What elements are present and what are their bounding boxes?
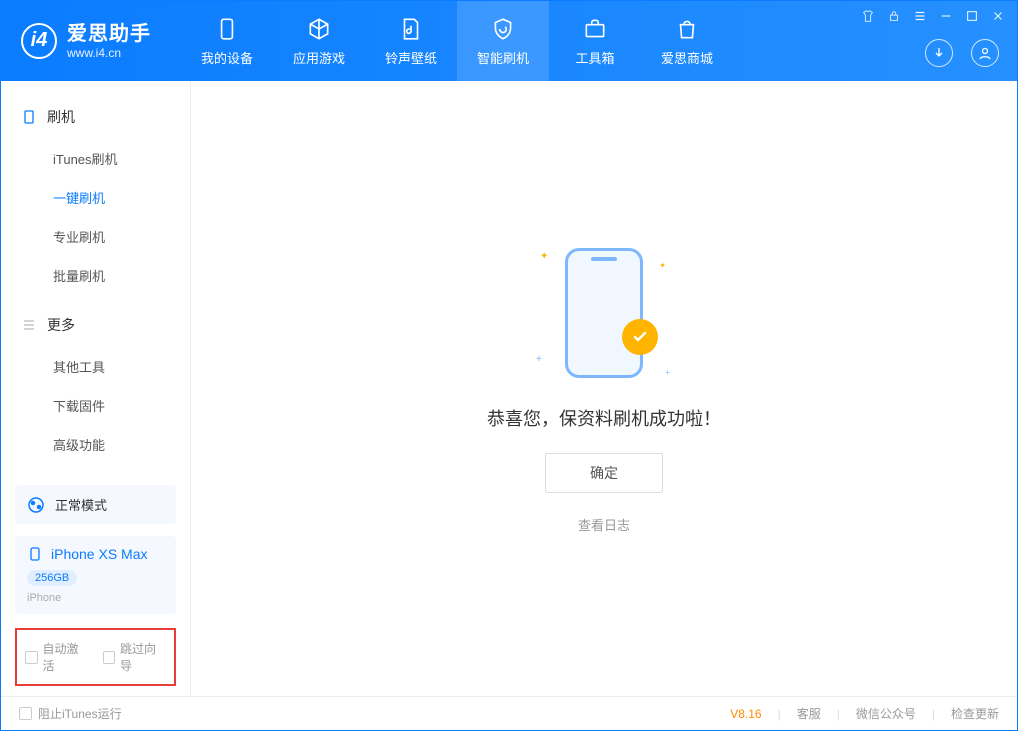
app-url: www.i4.cn (67, 46, 151, 60)
success-illustration: ✦ ✦ + + (534, 243, 674, 383)
tab-store[interactable]: 爱思商城 (641, 1, 733, 81)
phone-small-icon (27, 546, 43, 562)
download-button[interactable] (925, 39, 953, 67)
window-controls (861, 9, 1005, 23)
tab-toolbox[interactable]: 工具箱 (549, 1, 641, 81)
sparkle-icon: ✦ (540, 251, 548, 262)
footer-right: V8.16 | 客服 | 微信公众号 | 检查更新 (730, 705, 999, 722)
sidebar-item-batch-flash[interactable]: 批量刷机 (1, 256, 190, 295)
logo-icon: i4 (21, 23, 57, 59)
sparkle-icon: ✦ (659, 261, 666, 270)
checkbox-icon (25, 651, 38, 664)
user-button[interactable] (971, 39, 999, 67)
wechat-link[interactable]: 微信公众号 (856, 705, 916, 722)
section-label: 更多 (47, 315, 75, 335)
footer: 阻止iTunes运行 V8.16 | 客服 | 微信公众号 | 检查更新 (1, 696, 1017, 730)
device-type: iPhone (27, 592, 61, 604)
version-label: V8.16 (730, 707, 761, 721)
check-auto-activate[interactable]: 自动激活 (25, 640, 89, 674)
tshirt-icon[interactable] (861, 9, 875, 23)
mode-block[interactable]: 正常模式 (15, 485, 176, 524)
checkbox-icon (19, 707, 32, 720)
sidebar-item-download-firmware[interactable]: 下载固件 (1, 386, 190, 425)
section-label: 刷机 (47, 107, 75, 127)
maximize-icon[interactable] (965, 9, 979, 23)
cube-icon (306, 16, 332, 42)
header: i4 爱思助手 www.i4.cn 我的设备 应用游戏 铃声壁纸 智能刷机 (1, 1, 1017, 81)
app-window: i4 爱思助手 www.i4.cn 我的设备 应用游戏 铃声壁纸 智能刷机 (0, 0, 1018, 731)
list-icon (21, 317, 37, 333)
tab-smart-flash[interactable]: 智能刷机 (457, 1, 549, 81)
check-label: 跳过向导 (120, 640, 166, 674)
sidebar-item-one-click-flash[interactable]: 一键刷机 (1, 178, 190, 217)
divider: | (837, 707, 840, 721)
ok-button[interactable]: 确定 (545, 453, 663, 493)
briefcase-icon (582, 16, 608, 42)
app-title: 爱思助手 (67, 22, 151, 46)
sparkle-icon: + (665, 368, 670, 377)
music-file-icon (398, 16, 424, 42)
success-message: 恭喜您，保资料刷机成功啦！ (487, 405, 721, 431)
checkmark-icon (630, 327, 650, 347)
divider: | (932, 707, 935, 721)
tab-apps-games[interactable]: 应用游戏 (273, 1, 365, 81)
divider: | (778, 707, 781, 721)
logo-area: i4 爱思助手 www.i4.cn (1, 22, 171, 60)
sidebar-item-other-tools[interactable]: 其他工具 (1, 347, 190, 386)
device-name-row: iPhone XS Max (27, 546, 148, 562)
bag-icon (674, 16, 700, 42)
device-name: iPhone XS Max (51, 546, 148, 562)
checkbox-icon (103, 651, 116, 664)
download-icon (931, 45, 947, 61)
sidebar: 刷机 iTunes刷机 一键刷机 专业刷机 批量刷机 更多 其他工具 下载固件 … (1, 81, 191, 696)
device-block[interactable]: iPhone XS Max 256GB iPhone (15, 536, 176, 614)
tab-label: 工具箱 (575, 48, 614, 67)
sidebar-item-advanced[interactable]: 高级功能 (1, 425, 190, 464)
sidebar-section-flash: 刷机 (1, 99, 190, 139)
check-skip-guide[interactable]: 跳过向导 (103, 640, 167, 674)
tab-my-device[interactable]: 我的设备 (181, 1, 273, 81)
menu-icon[interactable] (913, 9, 927, 23)
mode-icon (27, 496, 45, 514)
check-badge-icon (622, 319, 658, 355)
device-capacity: 256GB (27, 570, 77, 586)
sidebar-item-itunes-flash[interactable]: iTunes刷机 (1, 139, 190, 178)
header-actions (925, 39, 999, 67)
user-icon (977, 45, 993, 61)
tab-label: 应用游戏 (293, 48, 345, 67)
phone-outline-icon (565, 248, 643, 378)
sidebar-section-more: 更多 (1, 307, 190, 347)
minimize-icon[interactable] (939, 9, 953, 23)
tab-label: 我的设备 (201, 48, 253, 67)
tab-label: 爱思商城 (661, 48, 713, 67)
tab-label: 智能刷机 (477, 48, 529, 67)
check-update-link[interactable]: 检查更新 (951, 705, 999, 722)
mode-label: 正常模式 (55, 495, 107, 514)
body: 刷机 iTunes刷机 一键刷机 专业刷机 批量刷机 更多 其他工具 下载固件 … (1, 81, 1017, 696)
view-log-link[interactable]: 查看日志 (578, 515, 630, 534)
check-label: 自动激活 (43, 640, 89, 674)
sidebar-item-pro-flash[interactable]: 专业刷机 (1, 217, 190, 256)
customer-service-link[interactable]: 客服 (797, 705, 821, 722)
footer-block-itunes[interactable]: 阻止iTunes运行 (19, 705, 122, 722)
logo-text: 爱思助手 www.i4.cn (67, 22, 151, 60)
phone-icon (214, 16, 240, 42)
shield-refresh-icon (490, 16, 516, 42)
tab-label: 铃声壁纸 (385, 48, 437, 67)
tab-ringtone-wallpaper[interactable]: 铃声壁纸 (365, 1, 457, 81)
sparkle-icon: + (536, 354, 542, 365)
footer-block-itunes-label: 阻止iTunes运行 (38, 705, 122, 722)
close-icon[interactable] (991, 9, 1005, 23)
sidebar-checks-highlight: 自动激活 跳过向导 (15, 628, 176, 686)
device-icon (21, 109, 37, 125)
main-content: ✦ ✦ + + 恭喜您，保资料刷机成功啦！ 确定 查看日志 (191, 81, 1017, 696)
lock-icon[interactable] (887, 9, 901, 23)
nav-tabs: 我的设备 应用游戏 铃声壁纸 智能刷机 工具箱 爱思商城 (181, 1, 733, 81)
